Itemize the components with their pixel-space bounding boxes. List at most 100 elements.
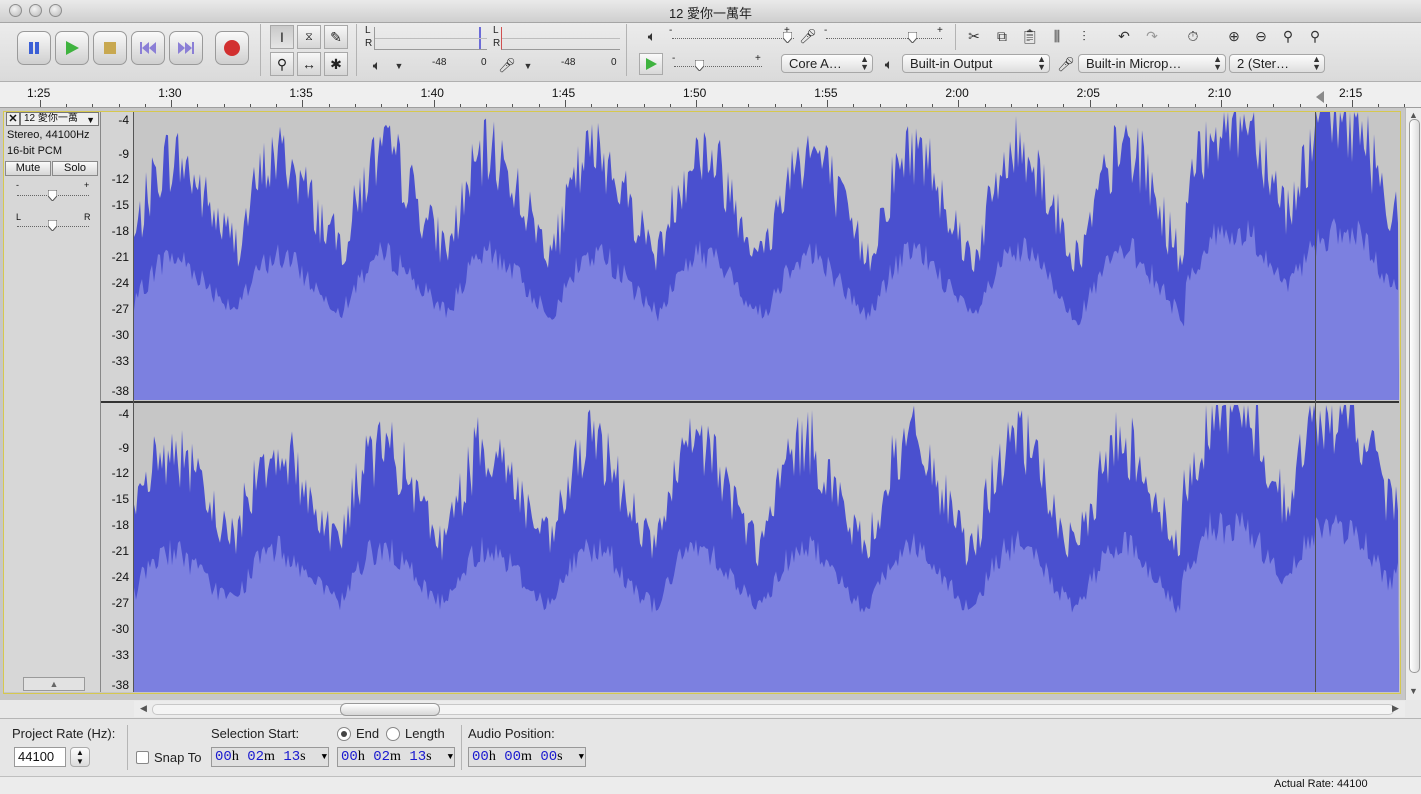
- ruler-label: 1:35: [289, 86, 313, 100]
- window-title: 12 愛你一萬年: [668, 6, 753, 21]
- output-device-dropdown[interactable]: Built-in Output ▲ ▼: [902, 54, 1050, 73]
- zoom-in-icon[interactable]: ⊕: [1223, 26, 1245, 46]
- ruler-tick: [1221, 100, 1222, 107]
- ruler-label: 2:00: [945, 86, 969, 100]
- channel-divider-line: [134, 401, 1399, 403]
- fit-selection-icon[interactable]: ⚲: [1277, 26, 1299, 46]
- stop-button[interactable]: [93, 31, 127, 65]
- stop-icon: [104, 42, 116, 54]
- db-label: -12: [111, 466, 129, 480]
- snap-to-label: Snap To: [154, 750, 202, 765]
- copy-icon[interactable]: ⧉: [991, 26, 1013, 46]
- draw-tool[interactable]: ✎: [324, 25, 348, 49]
- chevron-down-icon[interactable]: ▼: [388, 56, 410, 76]
- timecode-hours: 00: [341, 749, 358, 765]
- scroll-right-icon[interactable]: ▶: [1392, 703, 1399, 714]
- play-at-speed-button[interactable]: [639, 53, 663, 75]
- multi-tool[interactable]: ✱: [324, 52, 348, 76]
- toolbar-separator: [955, 24, 956, 50]
- timeshift-tool[interactable]: ↔: [297, 52, 321, 76]
- collapse-track-button[interactable]: ▲: [23, 677, 85, 691]
- project-rate-stepper[interactable]: ▲ ▼: [70, 747, 90, 767]
- timecode-unit: s: [557, 749, 563, 764]
- ruler-tick: [539, 104, 540, 107]
- scroll-down-icon[interactable]: ▼: [1409, 686, 1418, 696]
- pan-left-label: L: [16, 212, 22, 222]
- meter-channel-r: R: [365, 38, 373, 49]
- updown-icon: ▲ ▼: [1312, 54, 1321, 72]
- chevron-down-icon[interactable]: ▼: [517, 56, 539, 76]
- channel-divider: [101, 401, 133, 403]
- ruler-label: 2:05: [1076, 86, 1100, 100]
- channels-dropdown[interactable]: 2 (Ster… ▲ ▼: [1229, 54, 1325, 73]
- zoom-tool[interactable]: ⚲: [270, 52, 294, 76]
- play-speed-min: -: [672, 53, 676, 64]
- pause-button[interactable]: [17, 31, 51, 65]
- project-rate-value: 44100: [18, 749, 55, 764]
- vertical-scrollbar[interactable]: ▲ ▼: [1405, 108, 1421, 700]
- redo-icon[interactable]: ↷: [1141, 26, 1163, 46]
- selection-tool[interactable]: I: [270, 25, 294, 49]
- input-volume-min: -: [824, 25, 828, 36]
- ruler-tick: [827, 100, 828, 107]
- toolbar-separator: [626, 24, 627, 76]
- mute-button[interactable]: Mute: [5, 161, 51, 176]
- speaker-icon: 🔈︎: [372, 56, 382, 73]
- play-speed-thumb[interactable]: [695, 60, 704, 71]
- waveform-display[interactable]: [134, 112, 1399, 692]
- pan-right-label: R: [84, 212, 91, 222]
- track-info-rate: Stereo, 44100Hz: [7, 129, 90, 141]
- ruler-tick: [775, 104, 776, 107]
- selection-start-label: Selection Start:: [211, 726, 300, 741]
- input-volume-thumb[interactable]: [908, 32, 917, 43]
- envelope-tool[interactable]: ⧖: [297, 25, 321, 49]
- horizontal-scrollbar[interactable]: ◀ ▶: [134, 701, 1405, 717]
- ruler-tick: [985, 104, 986, 107]
- chevron-up-icon: ▲: [49, 679, 59, 689]
- double-arrow-icon: ↔: [302, 56, 316, 72]
- zoom-out-icon[interactable]: ⊖: [1250, 26, 1272, 46]
- horizontal-scroll-track: [152, 704, 1394, 715]
- input-volume-slider[interactable]: [826, 38, 942, 40]
- sync-lock-icon[interactable]: ⏱︎: [1182, 26, 1204, 46]
- ruler-tick: [801, 104, 802, 107]
- input-device-dropdown[interactable]: Built-in Microp… ▲ ▼: [1078, 54, 1226, 73]
- skip-end-button[interactable]: [169, 31, 203, 65]
- timeline-ruler[interactable]: 1:25 1:30 1:35 1:40 1:45 1:50 1:55 2:00 2:05 2:10…: [0, 82, 1421, 108]
- snap-to-checkbox[interactable]: [136, 751, 149, 764]
- close-track-button[interactable]: ✕: [6, 112, 20, 126]
- project-rate-input[interactable]: 44100: [14, 747, 66, 767]
- cut-icon[interactable]: ✂: [963, 26, 985, 46]
- silence-icon[interactable]: ⫶: [1073, 26, 1095, 46]
- paste-icon[interactable]: 📋︎: [1019, 26, 1041, 46]
- skip-start-button[interactable]: [131, 31, 165, 65]
- trim-icon[interactable]: ⫼: [1046, 26, 1068, 46]
- toolbar-separator: [260, 24, 261, 76]
- track-name-menu[interactable]: 12 愛你一萬 ▼: [20, 112, 99, 126]
- horizontal-scroll-thumb[interactable]: [340, 703, 440, 716]
- gain-thumb[interactable]: [48, 190, 57, 201]
- play-button[interactable]: [55, 31, 89, 65]
- solo-button[interactable]: Solo: [52, 161, 98, 176]
- play-speed-slider[interactable]: [674, 66, 762, 68]
- db-ruler[interactable]: -4 -9 -12 -15 -18 -21 -24 -27 -30 -33 -38 -4 -9 -12 -1…: [101, 112, 134, 692]
- length-radio[interactable]: [386, 727, 400, 741]
- undo-icon[interactable]: ↶: [1113, 26, 1135, 46]
- selection-end-timecode[interactable]: 00h 02m 13s ▼: [337, 747, 455, 767]
- record-button[interactable]: [215, 31, 249, 65]
- ruler-tick: [1326, 104, 1327, 107]
- timecode-unit: h: [488, 749, 496, 764]
- ruler-tick: [92, 104, 93, 107]
- vertical-scroll-thumb[interactable]: [1409, 119, 1420, 673]
- db-label: -38: [111, 384, 129, 398]
- output-volume-thumb[interactable]: [783, 32, 792, 43]
- scroll-left-icon[interactable]: ◀: [140, 703, 147, 714]
- output-volume-slider[interactable]: [672, 38, 794, 40]
- host-dropdown[interactable]: Core A… ▲ ▼: [781, 54, 873, 73]
- audio-position-timecode[interactable]: 00h 00m 00s ▼: [468, 747, 586, 767]
- pan-thumb[interactable]: [48, 220, 57, 231]
- fit-project-icon[interactable]: ⚲: [1304, 26, 1326, 46]
- selection-start-timecode[interactable]: 00h 02m 13s ▼: [211, 747, 329, 767]
- end-radio[interactable]: [337, 727, 351, 741]
- output-device-value: Built-in Output: [910, 56, 993, 71]
